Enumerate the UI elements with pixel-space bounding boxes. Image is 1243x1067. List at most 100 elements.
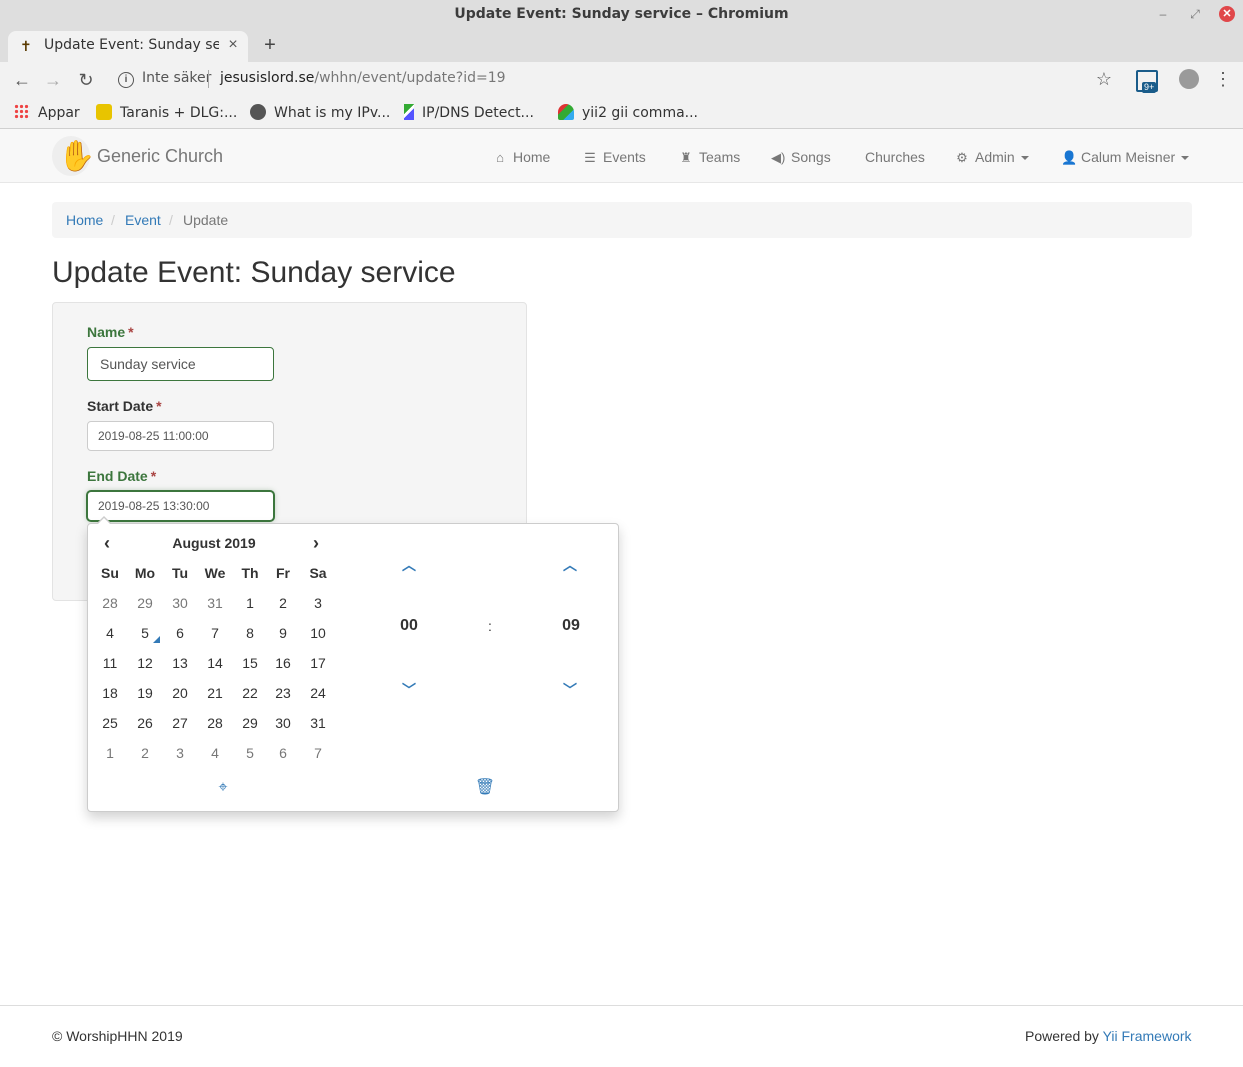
reload-icon[interactable]: ↻: [74, 68, 98, 92]
increment-minutes-icon[interactable]: ︿: [555, 553, 585, 577]
name-label: Name *: [87, 324, 134, 340]
calendar-day[interactable]: 17: [301, 648, 335, 678]
end-date-input[interactable]: 2019-08-25 13:30:00: [87, 491, 274, 521]
tab-title: Update Event: Sunday service: [44, 37, 219, 53]
bookmark-ipv[interactable]: What is my IPv...: [250, 103, 390, 123]
bookmark-star-icon[interactable]: ☆: [1094, 68, 1114, 90]
calendar-day[interactable]: 18: [93, 678, 127, 708]
decrement-hours-icon[interactable]: ﹀: [394, 678, 424, 702]
bookmark-taranis[interactable]: Taranis + DLG:...: [96, 103, 237, 123]
calendar-day[interactable]: 8: [233, 618, 267, 648]
chevron-down-icon: [1020, 156, 1029, 161]
calendar-day[interactable]: 12: [128, 648, 162, 678]
calendar-day[interactable]: 11: [93, 648, 127, 678]
name-input[interactable]: Sunday service: [87, 347, 274, 381]
forward-icon[interactable]: →: [41, 68, 65, 92]
required-mark: *: [156, 398, 162, 414]
calendar-day[interactable]: 25: [93, 708, 127, 738]
close-window-icon[interactable]: ✕: [1219, 6, 1235, 22]
back-icon[interactable]: ←: [10, 68, 34, 92]
calendar-day[interactable]: 31: [198, 588, 232, 618]
calendar-day[interactable]: 1: [93, 738, 127, 768]
nav-songs[interactable]: ◀) Songs: [771, 147, 831, 167]
calendar-day[interactable]: 27: [163, 708, 197, 738]
hours-value[interactable]: 00: [389, 611, 429, 641]
bookmark-apps[interactable]: Appar: [14, 103, 80, 123]
maximize-icon[interactable]: ⤢: [1186, 5, 1204, 23]
calendar-day[interactable]: 4: [198, 738, 232, 768]
calendar-day[interactable]: 3: [163, 738, 197, 768]
nav-user[interactable]: 👤 Calum Meisner: [1061, 147, 1190, 167]
calendar-day[interactable]: 26: [128, 708, 162, 738]
calendar-day[interactable]: 9: [266, 618, 300, 648]
calendar-day[interactable]: 15: [233, 648, 267, 678]
calendar-day[interactable]: 30: [163, 588, 197, 618]
calendar-day[interactable]: 28: [93, 588, 127, 618]
end-date-label-text: End Date: [87, 468, 148, 484]
minutes-value[interactable]: 09: [551, 611, 591, 641]
calendar-day[interactable]: 6: [266, 738, 300, 768]
calendar-day[interactable]: 6: [163, 618, 197, 648]
nav-events[interactable]: ☰ Events: [583, 147, 646, 167]
prev-month-icon[interactable]: ‹: [96, 532, 118, 554]
bookmark-ipdns[interactable]: IP/DNS Detect...: [404, 103, 534, 123]
start-date-input[interactable]: 2019-08-25 11:00:00: [87, 421, 274, 451]
calendar-day[interactable]: 19: [128, 678, 162, 708]
extension-badge: 9+: [1142, 82, 1157, 93]
calendar-day[interactable]: 14: [198, 648, 232, 678]
browser-menu-icon[interactable]: ⋮: [1214, 68, 1232, 90]
calendar-day-today[interactable]: 5: [128, 618, 162, 648]
increment-hours-icon[interactable]: ︿: [394, 553, 424, 577]
url-text[interactable]: jesusislord.se/whhn/event/update?id=19: [220, 70, 506, 86]
calendar-day[interactable]: 4: [93, 618, 127, 648]
calendar-day[interactable]: 28: [198, 708, 232, 738]
trash-icon[interactable]: 🗑: [473, 776, 497, 800]
bookmark-label: IP/DNS Detect...: [422, 105, 534, 121]
crosshairs-icon[interactable]: ⌖: [211, 776, 235, 800]
calendar-day[interactable]: 30: [266, 708, 300, 738]
calendar-day[interactable]: 31: [301, 708, 335, 738]
security-label[interactable]: Inte säker: [142, 70, 211, 86]
bookmark-yii[interactable]: yii2 gii comma...: [558, 103, 698, 123]
user-icon: 👤: [1061, 150, 1078, 165]
decrement-minutes-icon[interactable]: ﹀: [555, 678, 585, 702]
nav-churches[interactable]: Churches: [865, 147, 925, 167]
nav-home[interactable]: ⌂ Home: [493, 147, 550, 167]
calendar-day[interactable]: 13: [163, 648, 197, 678]
minimize-icon[interactable]: –: [1154, 5, 1172, 23]
calendar-day[interactable]: 3: [301, 588, 335, 618]
brand-name[interactable]: Generic Church: [97, 146, 223, 167]
new-tab-icon[interactable]: +: [260, 34, 280, 56]
calendar-day[interactable]: 29: [128, 588, 162, 618]
powered-prefix: Powered by: [1025, 1028, 1103, 1044]
calendar-day[interactable]: 24: [301, 678, 335, 708]
bookmark-label: yii2 gii comma...: [582, 105, 699, 121]
weekday-header: Mo: [134, 565, 156, 581]
cog-icon: ⚙: [956, 150, 968, 165]
calendar-day[interactable]: 23: [266, 678, 300, 708]
yii-framework-link[interactable]: Yii Framework: [1103, 1028, 1192, 1044]
calendar-day[interactable]: 2: [266, 588, 300, 618]
required-mark: *: [150, 468, 157, 484]
breadcrumb-home[interactable]: Home: [66, 212, 103, 229]
tab-close-icon[interactable]: ×: [224, 36, 242, 54]
calendar-day[interactable]: 29: [233, 708, 267, 738]
calendar-day[interactable]: 21: [198, 678, 232, 708]
nav-admin[interactable]: ⚙ Admin: [955, 147, 1029, 167]
month-switch[interactable]: August 2019: [152, 532, 276, 554]
calendar-day[interactable]: 22: [233, 678, 267, 708]
calendar-day[interactable]: 16: [266, 648, 300, 678]
calendar-day[interactable]: 20: [163, 678, 197, 708]
calendar-day[interactable]: 1: [233, 588, 267, 618]
calendar-day[interactable]: 2: [128, 738, 162, 768]
calendar-day[interactable]: 7: [301, 738, 335, 768]
calendar-day[interactable]: 5: [233, 738, 267, 768]
breadcrumb-event[interactable]: Event: [125, 212, 161, 229]
calendar-day[interactable]: 7: [198, 618, 232, 648]
calendar-day[interactable]: 10: [301, 618, 335, 648]
nav-teams[interactable]: ♜ Teams: [679, 147, 740, 167]
profile-avatar-icon[interactable]: [1179, 69, 1199, 89]
nav-teams-label: Teams: [699, 149, 741, 165]
info-icon[interactable]: i: [118, 72, 134, 88]
next-month-icon[interactable]: ›: [305, 532, 327, 554]
